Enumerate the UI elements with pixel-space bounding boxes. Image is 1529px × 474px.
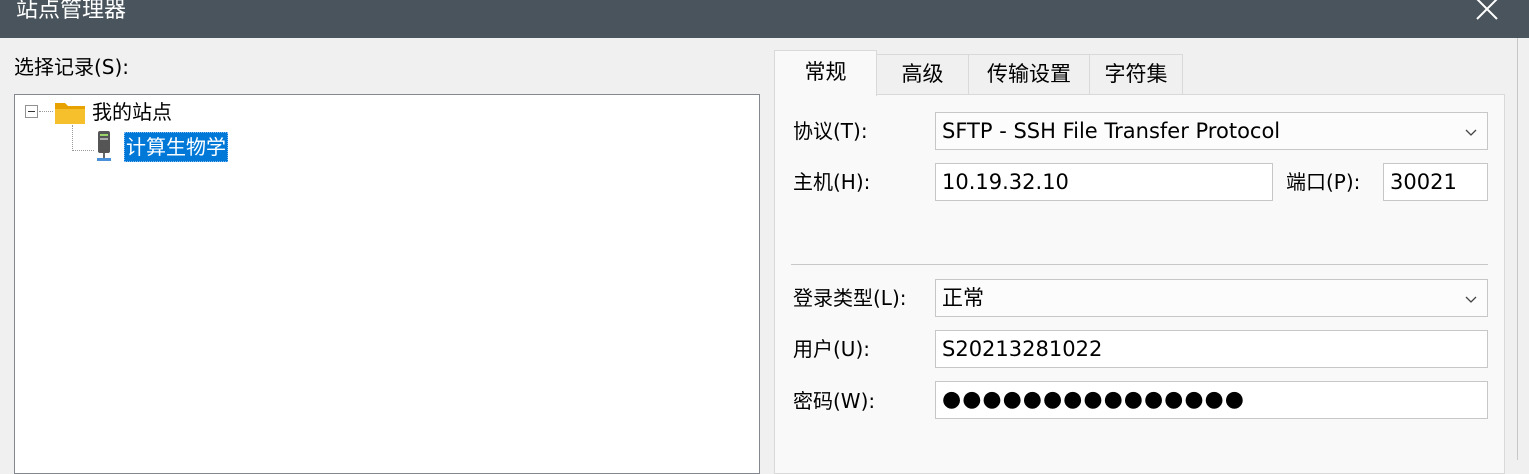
host-label: 主机(H): bbox=[793, 170, 871, 194]
tab-advanced[interactable]: 高级 bbox=[876, 54, 969, 94]
divider bbox=[791, 264, 1488, 265]
user-input[interactable]: S20213281022 bbox=[935, 330, 1488, 368]
collapse-icon[interactable] bbox=[25, 105, 38, 118]
tab-charset[interactable]: 字符集 bbox=[1089, 54, 1183, 94]
protocol-value: SFTP - SSH File Transfer Protocol bbox=[942, 119, 1281, 143]
folder-icon bbox=[55, 103, 85, 124]
chevron-down-icon bbox=[1465, 129, 1477, 136]
tab-transfer-settings[interactable]: 传输设置 bbox=[968, 54, 1090, 94]
close-icon[interactable] bbox=[1474, 0, 1500, 22]
site-tree[interactable]: 我的站点 计算生物学 bbox=[14, 94, 760, 474]
tree-connector bbox=[72, 150, 94, 151]
window-title: 站点管理器 bbox=[16, 0, 127, 23]
password-input[interactable]: ●●●●●●●●●●●●●●● bbox=[935, 381, 1488, 419]
logon-type-label: 登录类型(L): bbox=[793, 286, 907, 310]
logon-type-value: 正常 bbox=[942, 286, 984, 310]
logon-type-select[interactable]: 正常 bbox=[935, 279, 1488, 317]
host-input[interactable]: 10.19.32.10 bbox=[935, 163, 1273, 201]
protocol-select[interactable]: SFTP - SSH File Transfer Protocol bbox=[935, 112, 1488, 150]
chevron-down-icon bbox=[1465, 296, 1477, 303]
window-edge bbox=[1517, 38, 1529, 460]
protocol-label: 协议(T): bbox=[793, 119, 868, 143]
password-label: 密码(W): bbox=[793, 389, 876, 413]
title-bar: 站点管理器 bbox=[0, 0, 1529, 38]
port-input[interactable]: 30021 bbox=[1383, 163, 1488, 201]
tree-connector bbox=[39, 111, 53, 112]
tab-general[interactable]: 常规 bbox=[774, 50, 877, 96]
tree-connector bbox=[72, 125, 73, 151]
tree-item-my-sites[interactable]: 我的站点 bbox=[92, 99, 172, 125]
select-entry-label: 选择记录(S): bbox=[14, 55, 130, 79]
tree-item-site-selected[interactable]: 计算生物学 bbox=[124, 132, 228, 162]
server-icon bbox=[97, 131, 111, 161]
user-label: 用户(U): bbox=[793, 337, 870, 361]
port-label: 端口(P): bbox=[1286, 170, 1361, 194]
